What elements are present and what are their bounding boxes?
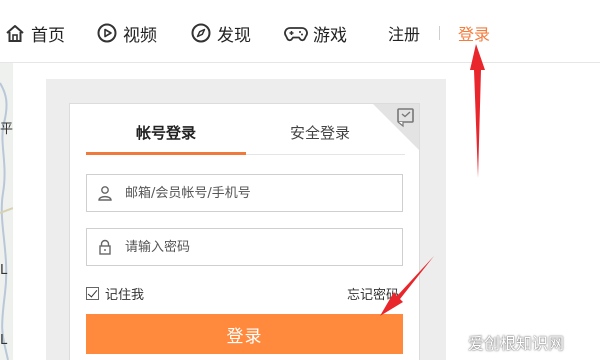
tab-account-login[interactable]: 帐号登录 xyxy=(86,122,246,154)
nav-login-label: 登录 xyxy=(458,25,491,44)
tab-divider xyxy=(246,154,405,155)
lock-icon xyxy=(87,239,123,255)
nav-login-link[interactable]: 登录 xyxy=(458,18,490,48)
password-input[interactable] xyxy=(123,238,397,256)
map-label: L xyxy=(0,333,8,348)
nav-games[interactable]: 游戏 xyxy=(284,18,347,48)
nav-video[interactable]: 视频 xyxy=(96,18,157,48)
page: 首页 视频 发现 游戏 注册 登录 平 L L 帐号登录 安全登录 邮箱/会员帐… xyxy=(0,0,600,360)
remember-me-label: 记住我 xyxy=(105,288,145,303)
watermark: 爱创根知识网 xyxy=(468,334,565,353)
active-tab-indicator xyxy=(86,152,246,155)
home-icon xyxy=(6,25,24,42)
login-submit-button[interactable]: 登录 xyxy=(86,314,403,354)
nav-games-label: 游戏 xyxy=(313,25,347,46)
tab-secure-login[interactable]: 安全登录 xyxy=(260,122,380,154)
forgot-password-link[interactable]: 忘记密码 xyxy=(347,284,399,303)
map-strip: 平 L L xyxy=(0,63,13,360)
gamepad-icon xyxy=(284,27,308,42)
map-label: 平 xyxy=(0,122,13,137)
nav-video-label: 视频 xyxy=(123,25,157,46)
compass-icon xyxy=(191,23,211,43)
nav-discover[interactable]: 发现 xyxy=(190,18,251,48)
remember-me-checkbox[interactable] xyxy=(86,287,99,300)
username-field[interactable] xyxy=(86,174,403,212)
nav-home-label: 首页 xyxy=(31,25,65,46)
nav-divider xyxy=(439,26,440,40)
nav-home[interactable]: 首页 xyxy=(4,18,65,48)
login-card: 帐号登录 安全登录 记住 xyxy=(69,103,420,360)
remember-me[interactable]: 记住我 xyxy=(86,284,144,303)
username-input[interactable] xyxy=(123,184,397,202)
video-icon xyxy=(97,23,117,43)
nav-register-link[interactable]: 注册 xyxy=(388,18,420,48)
user-icon xyxy=(87,185,123,201)
map-label: L xyxy=(0,263,8,278)
nav-register-label: 注册 xyxy=(388,25,421,44)
password-field[interactable] xyxy=(86,228,403,266)
nav-discover-label: 发现 xyxy=(217,25,251,46)
annotation-arrow-up xyxy=(470,44,485,178)
map-roads xyxy=(0,82,13,360)
top-nav: 首页 视频 发现 游戏 注册 登录 xyxy=(0,0,600,63)
